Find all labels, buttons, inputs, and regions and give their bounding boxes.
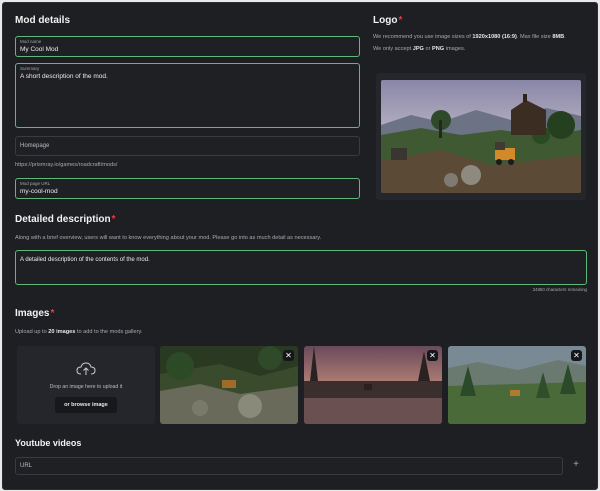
- logo-help-line1: We recommend you use image sizes of 1920…: [373, 34, 566, 40]
- plus-icon: +: [573, 459, 579, 470]
- mod-name-label: Mod name: [20, 39, 42, 44]
- youtube-url-placeholder: URL: [20, 463, 33, 469]
- mod-details-form: Mod details Mod name My Cool Mod Summary…: [2, 2, 598, 490]
- url-prefix: https://prismray.io/games/roadcraft/mods…: [15, 162, 118, 168]
- image-dropzone[interactable]: Drop an image here to upload it or brows…: [17, 346, 155, 424]
- mod-name-field[interactable]: Mod name My Cool Mod: [15, 36, 360, 57]
- detailed-description-value: A detailed description of the contents o…: [20, 257, 150, 263]
- gallery-image-2-picture: [304, 346, 442, 424]
- detailed-description-title: Detailed description*: [15, 214, 116, 225]
- logo-title: Logo*: [373, 15, 403, 26]
- images-help: Upload up to 20 images to add to the mod…: [15, 329, 143, 335]
- remove-image-2-button[interactable]: ✕: [427, 350, 438, 361]
- upload-cloud-icon: [76, 362, 96, 375]
- mod-page-url-value: my-cool-mod: [20, 188, 58, 195]
- homepage-input[interactable]: Homepage: [15, 136, 360, 156]
- mod-name-value: My Cool Mod: [20, 46, 59, 53]
- youtube-url-input[interactable]: URL: [15, 457, 563, 475]
- summary-field[interactable]: Summary A short description of the mod.: [15, 63, 360, 128]
- gallery-image-3[interactable]: ✕: [448, 346, 586, 424]
- gallery-image-2[interactable]: ✕: [304, 346, 442, 424]
- mod-page-url-field[interactable]: Mod page URL my-cool-mod: [15, 178, 360, 199]
- remove-image-1-button[interactable]: ✕: [283, 350, 294, 361]
- logo-help-line2: We only accept JPG or PNG images.: [373, 46, 466, 52]
- logo-upload-area[interactable]: [376, 73, 586, 200]
- summary-label: Summary: [20, 66, 40, 71]
- homepage-placeholder: Homepage: [20, 143, 50, 149]
- browse-image-button[interactable]: or browse image: [55, 397, 117, 413]
- mod-details-title: Mod details: [15, 15, 71, 26]
- drop-image-text: Drop an image here to upload it: [49, 384, 123, 390]
- mod-page-url-label: Mod page URL: [20, 181, 51, 186]
- images-title: Images*: [15, 308, 55, 319]
- remove-image-3-button[interactable]: ✕: [571, 350, 582, 361]
- add-video-button[interactable]: +: [569, 458, 583, 472]
- gallery-image-1[interactable]: ✕: [160, 346, 298, 424]
- gallery-image-3-picture: [448, 346, 586, 424]
- gallery-image-1-picture: [160, 346, 298, 424]
- detailed-description-help: Along with a brief overview, users will …: [15, 235, 322, 241]
- youtube-videos-title: Youtube videos: [15, 438, 82, 448]
- logo-image: [381, 80, 581, 193]
- detailed-description-field[interactable]: A detailed description of the contents o…: [15, 250, 587, 285]
- characters-remaining: 24850 characters remaining: [532, 287, 587, 292]
- summary-value: A short description of the mod.: [20, 73, 108, 80]
